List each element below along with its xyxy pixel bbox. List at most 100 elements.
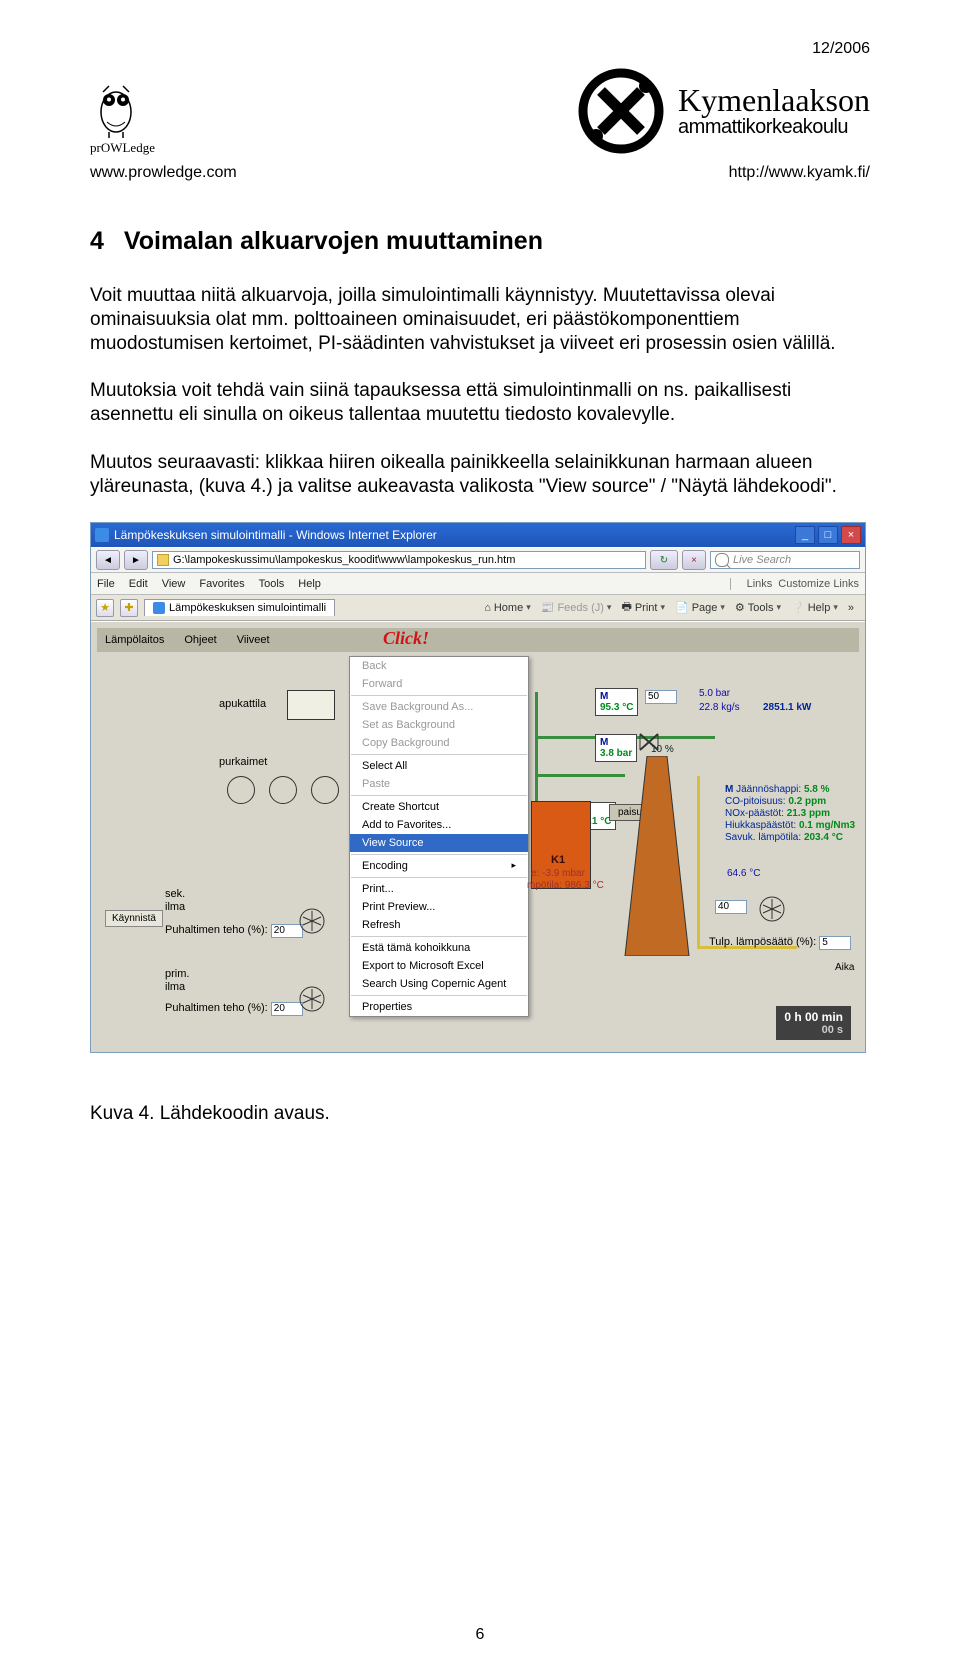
valve-icon: [637, 730, 661, 754]
cm-select-all[interactable]: Select All: [350, 757, 528, 775]
menu-help[interactable]: Help: [298, 578, 321, 590]
address-field[interactable]: G:\lampokeskussimu\lampokeskus_koodit\ww…: [152, 551, 646, 569]
pipe-vertical: [535, 692, 538, 802]
page-content: Lämpölaitos Ohjeet Viiveet Click! apukat…: [91, 621, 865, 1052]
nav-back-button[interactable]: ◄: [96, 550, 120, 570]
cm-copy-bg[interactable]: Copy Background: [350, 734, 528, 752]
window-titlebar: Lämpökeskuksen simulointimalli - Windows…: [91, 523, 865, 547]
toolbar-print[interactable]: 🖶Print▾: [621, 598, 665, 617]
page-icon: 📄: [675, 601, 689, 614]
section-heading: 4Voimalan alkuarvojen muuttaminen: [90, 227, 870, 256]
tab-lampolaitos[interactable]: Lämpölaitos: [105, 634, 164, 646]
kyamk-logo-icon: [576, 66, 666, 156]
kyamk-sub: ammattikorkeakoulu: [678, 116, 870, 139]
url-row: www.prowledge.com http://www.kyamk.fi/: [90, 164, 870, 182]
label-prim: prim.: [165, 968, 189, 980]
gear-icon: ⚙: [735, 601, 745, 614]
boiler-e1: e: -3.9 mbar: [531, 868, 585, 879]
cm-properties[interactable]: Properties: [350, 998, 528, 1016]
ie-toolbar: ⌂Home▾ 📰Feeds (J)▾ 🖶Print▾ 📄Page▾ ⚙Tools…: [484, 598, 860, 617]
url-right: http://www.kyamk.fi/: [729, 164, 870, 182]
minimize-button[interactable]: _: [795, 526, 815, 544]
address-bar: ◄ ► G:\lampokeskussimu\lampokeskus_koodi…: [91, 547, 865, 573]
input-5[interactable]: 5: [819, 936, 851, 950]
cm-paste[interactable]: Paste: [350, 775, 528, 793]
menu-tools[interactable]: Tools: [259, 578, 285, 590]
cm-esta[interactable]: Estä tämä kohoikkuna: [350, 939, 528, 957]
owl-icon: [95, 82, 137, 138]
browser-tab[interactable]: Lämpökeskuksen simulointimalli: [144, 599, 335, 616]
toolbar-more[interactable]: »: [848, 602, 854, 614]
pipe-yellow: [697, 776, 700, 946]
cm-export-excel[interactable]: Export to Microsoft Excel: [350, 957, 528, 975]
menu-view[interactable]: View: [162, 578, 186, 590]
cm-refresh[interactable]: Refresh: [350, 916, 528, 934]
input-50[interactable]: 50: [645, 690, 677, 704]
label-puhteho1: Puhaltimen teho (%): 20: [165, 924, 303, 938]
toolbar-tools[interactable]: ⚙Tools▾: [735, 601, 781, 614]
add-favorites-button[interactable]: ✚: [120, 599, 138, 617]
timer-main: 0 h 00 min: [784, 1010, 843, 1024]
apukattila-box: [287, 690, 335, 720]
k1-label: K1: [551, 854, 565, 866]
search-field[interactable]: Live Search: [710, 551, 860, 569]
tab-viiveet[interactable]: Viiveet: [237, 634, 270, 646]
paragraph-3: Muutos seuraavasti: klikkaa hiiren oikea…: [90, 451, 870, 499]
toolbar-feeds[interactable]: 📰Feeds (J)▾: [541, 601, 612, 614]
close-button[interactable]: ×: [841, 526, 861, 544]
tab-ohjeet[interactable]: Ohjeet: [184, 634, 216, 646]
customize-links[interactable]: Customize Links: [778, 578, 859, 590]
cm-view-source[interactable]: View Source: [350, 834, 528, 852]
cm-create-shortcut[interactable]: Create Shortcut: [350, 798, 528, 816]
print-icon: 🖶: [621, 598, 631, 617]
search-placeholder: Live Search: [733, 554, 791, 566]
maximize-button[interactable]: □: [818, 526, 838, 544]
circle-2: [269, 776, 297, 804]
cm-search-copernic[interactable]: Search Using Copernic Agent: [350, 975, 528, 993]
chimney: [619, 756, 695, 956]
section-title: Voimalan alkuarvojen muuttaminen: [124, 227, 543, 255]
tab-title: Lämpökeskuksen simulointimalli: [169, 602, 326, 614]
toolbar-home[interactable]: ⌂Home▾: [484, 602, 531, 614]
kaynnista-button[interactable]: Käynnistä: [105, 910, 163, 927]
paragraph-1: Voit muuttaa niitä alkuarvoja, joilla si…: [90, 284, 870, 355]
stop-button[interactable]: ×: [682, 550, 706, 570]
cm-encoding[interactable]: Encoding▸: [350, 857, 528, 875]
pipe-horiz-2: [535, 774, 625, 777]
net-pressure: 5.0 bar: [699, 688, 730, 699]
input-40[interactable]: 40: [715, 900, 747, 914]
label-puhteho2: Puhaltimen teho (%): 20: [165, 1002, 303, 1016]
nav-forward-button[interactable]: ►: [124, 550, 148, 570]
menu-file[interactable]: File: [97, 578, 115, 590]
menu-edit[interactable]: Edit: [129, 578, 148, 590]
toolbar-help[interactable]: ❔Help▾: [791, 601, 838, 614]
diagram-canvas: apukattila purkaimet sek. ilma Käynnistä…: [97, 656, 859, 1046]
favorites-star-button[interactable]: ★: [96, 599, 114, 617]
fan-icon-2: [297, 984, 327, 1014]
app-topbar: Lämpölaitos Ohjeet Viiveet Click!: [97, 628, 859, 652]
boiler-e2: mpötila: 986.3 °C: [527, 880, 604, 891]
m-box-1: M95.3 °C: [595, 688, 638, 716]
cm-print-preview[interactable]: Print Preview...: [350, 898, 528, 916]
circle-3: [311, 776, 339, 804]
menu-favorites[interactable]: Favorites: [199, 578, 244, 590]
cm-save-bg[interactable]: Save Background As...: [350, 698, 528, 716]
tab-bar: ★ ✚ Lämpökeskuksen simulointimalli ⌂Home…: [91, 595, 865, 621]
help-icon: ❔: [791, 601, 805, 614]
circle-1: [227, 776, 255, 804]
cm-print[interactable]: Print...: [350, 880, 528, 898]
home-icon: ⌂: [484, 602, 491, 614]
cm-add-fav[interactable]: Add to Favorites...: [350, 816, 528, 834]
emissions-box: M Jäännöshappi: 5.8 % CO-pitoisuus: 0.2 …: [725, 784, 855, 844]
paragraph-2: Muutoksia voit tehdä vain siinä tapaukse…: [90, 379, 870, 427]
toolbar-page[interactable]: 📄Page▾: [675, 601, 725, 614]
cm-forward[interactable]: Forward: [350, 675, 528, 693]
prowledge-logo: prOWLedge: [90, 82, 190, 156]
issue-date: 12/2006: [90, 40, 870, 58]
refresh-button[interactable]: ↻: [650, 550, 678, 570]
context-menu: Back Forward Save Background As... Set a…: [349, 656, 529, 1017]
cm-set-bg[interactable]: Set as Background: [350, 716, 528, 734]
cm-back[interactable]: Back: [350, 657, 528, 675]
window-title: Lämpökeskuksen simulointimalli - Windows…: [114, 528, 437, 542]
kyamk-text: Kymenlaakson ammattikorkeakoulu: [678, 84, 870, 139]
